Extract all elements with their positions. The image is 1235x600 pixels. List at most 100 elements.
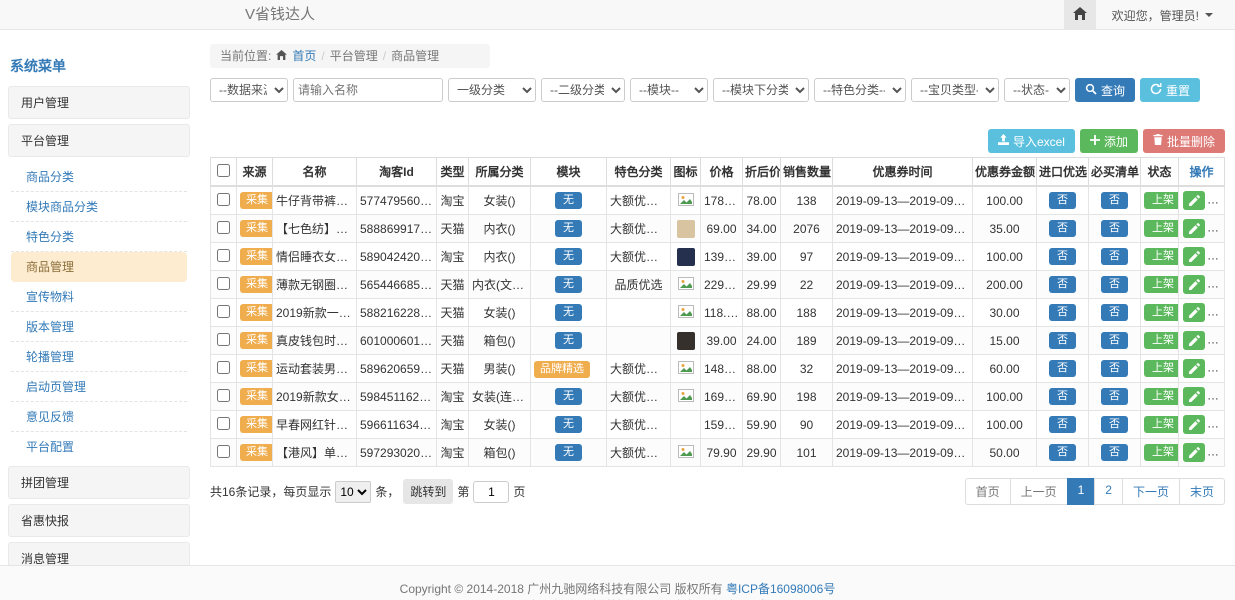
import-select-toggle[interactable]: 否 bbox=[1049, 444, 1076, 461]
edit-button[interactable] bbox=[1183, 275, 1205, 294]
sidebar-item-商品管理[interactable]: 商品管理 bbox=[11, 252, 187, 282]
status-badge[interactable]: 上架 bbox=[1144, 360, 1179, 377]
row-checkbox[interactable] bbox=[217, 389, 230, 402]
edit-button[interactable] bbox=[1183, 387, 1205, 406]
edit-button[interactable] bbox=[1183, 191, 1205, 210]
filter-select-模块下分类[interactable]: --模块下分类-- bbox=[713, 78, 809, 102]
module-none-badge[interactable]: 无 bbox=[555, 332, 582, 349]
module-none-badge[interactable]: 无 bbox=[555, 248, 582, 265]
module-none-badge[interactable]: 无 bbox=[555, 388, 582, 405]
sidebar-item-启动页管理[interactable]: 启动页管理 bbox=[11, 372, 187, 402]
edit-button[interactable] bbox=[1183, 443, 1205, 462]
sidebar-item-意见反馈[interactable]: 意见反馈 bbox=[11, 402, 187, 432]
row-checkbox[interactable] bbox=[217, 249, 230, 262]
row-checkbox[interactable] bbox=[217, 361, 230, 374]
must-buy-toggle[interactable]: 否 bbox=[1101, 220, 1128, 237]
import-select-toggle[interactable]: 否 bbox=[1049, 332, 1076, 349]
sidebar-group-platform[interactable]: 平台管理 bbox=[8, 124, 190, 157]
reset-button[interactable]: 重置 bbox=[1140, 78, 1200, 102]
module-none-badge[interactable]: 无 bbox=[555, 276, 582, 293]
module-none-badge[interactable]: 无 bbox=[555, 444, 582, 461]
sidebar-item-宣传物料[interactable]: 宣传物料 bbox=[11, 282, 187, 312]
row-checkbox[interactable] bbox=[217, 193, 230, 206]
filter-select-数据来源[interactable]: --数据来源-- bbox=[210, 78, 288, 102]
edit-button[interactable] bbox=[1183, 331, 1205, 350]
edit-button[interactable] bbox=[1183, 415, 1205, 434]
import-select-toggle[interactable]: 否 bbox=[1049, 360, 1076, 377]
status-badge[interactable]: 上架 bbox=[1144, 276, 1179, 293]
import-select-toggle[interactable]: 否 bbox=[1049, 416, 1076, 433]
sidebar-group-拼团管理[interactable]: 拼团管理 bbox=[8, 466, 190, 499]
import-select-toggle[interactable]: 否 bbox=[1049, 248, 1076, 265]
breadcrumb-item-platform[interactable]: 平台管理 bbox=[330, 44, 378, 68]
status-badge[interactable]: 上架 bbox=[1144, 304, 1179, 321]
page-1[interactable]: 1 bbox=[1067, 478, 1096, 505]
row-checkbox[interactable] bbox=[217, 305, 230, 318]
import-excel-button[interactable]: 导入excel bbox=[988, 129, 1075, 153]
page-末页[interactable]: 末页 bbox=[1179, 478, 1225, 505]
sidebar-item-模块商品分类[interactable]: 模块商品分类 bbox=[11, 192, 187, 222]
sidebar-item-平台配置[interactable]: 平台配置 bbox=[11, 432, 187, 461]
row-checkbox[interactable] bbox=[217, 277, 230, 290]
page-上一页[interactable]: 上一页 bbox=[1010, 478, 1068, 505]
filter-select-二级分类[interactable]: --二级分类-- bbox=[541, 78, 625, 102]
jump-page-input[interactable] bbox=[473, 481, 509, 503]
batch-delete-button[interactable]: 批量删除 bbox=[1143, 129, 1225, 153]
select-all-checkbox[interactable] bbox=[217, 164, 230, 177]
must-buy-toggle[interactable]: 否 bbox=[1101, 192, 1128, 209]
must-buy-toggle[interactable]: 否 bbox=[1101, 444, 1128, 461]
filter-select-一级分类[interactable]: 一级分类 bbox=[448, 78, 536, 102]
sidebar-group-省惠快报[interactable]: 省惠快报 bbox=[8, 504, 190, 537]
status-badge[interactable]: 上架 bbox=[1144, 416, 1179, 433]
status-badge[interactable]: 上架 bbox=[1144, 444, 1179, 461]
import-select-toggle[interactable]: 否 bbox=[1049, 192, 1076, 209]
home-button[interactable] bbox=[1064, 0, 1096, 30]
page-2[interactable]: 2 bbox=[1094, 478, 1123, 505]
query-button[interactable]: 查询 bbox=[1075, 78, 1135, 102]
must-buy-toggle[interactable]: 否 bbox=[1101, 360, 1128, 377]
must-buy-toggle[interactable]: 否 bbox=[1101, 276, 1128, 293]
row-checkbox[interactable] bbox=[217, 333, 230, 346]
search-name-input[interactable] bbox=[293, 78, 443, 102]
row-checkbox[interactable] bbox=[217, 221, 230, 234]
must-buy-toggle[interactable]: 否 bbox=[1101, 388, 1128, 405]
add-button[interactable]: 添加 bbox=[1080, 129, 1138, 153]
sidebar-item-特色分类[interactable]: 特色分类 bbox=[11, 222, 187, 252]
user-menu[interactable]: 欢迎您，管理员! bbox=[1096, 7, 1235, 24]
status-badge[interactable]: 上架 bbox=[1144, 388, 1179, 405]
page-首页[interactable]: 首页 bbox=[965, 478, 1011, 505]
page-下一页[interactable]: 下一页 bbox=[1122, 478, 1180, 505]
filter-select-模块[interactable]: --模块-- bbox=[630, 78, 708, 102]
module-none-badge[interactable]: 无 bbox=[555, 304, 582, 321]
breadcrumb-home-link[interactable]: 首页 bbox=[292, 44, 316, 68]
import-select-toggle[interactable]: 否 bbox=[1049, 276, 1076, 293]
status-badge[interactable]: 上架 bbox=[1144, 248, 1179, 265]
must-buy-toggle[interactable]: 否 bbox=[1101, 304, 1128, 321]
module-none-badge[interactable]: 无 bbox=[555, 192, 582, 209]
jump-button[interactable]: 跳转到 bbox=[403, 479, 453, 504]
status-badge[interactable]: 上架 bbox=[1144, 332, 1179, 349]
sidebar-group-users[interactable]: 用户管理 bbox=[8, 86, 190, 119]
edit-button[interactable] bbox=[1183, 247, 1205, 266]
sidebar-item-版本管理[interactable]: 版本管理 bbox=[11, 312, 187, 342]
filter-select-特色分类[interactable]: --特色分类-- bbox=[814, 78, 906, 102]
must-buy-toggle[interactable]: 否 bbox=[1101, 248, 1128, 265]
import-select-toggle[interactable]: 否 bbox=[1049, 388, 1076, 405]
import-select-toggle[interactable]: 否 bbox=[1049, 220, 1076, 237]
import-select-toggle[interactable]: 否 bbox=[1049, 304, 1076, 321]
per-page-select[interactable]: 10 bbox=[335, 481, 371, 503]
edit-button[interactable] bbox=[1183, 359, 1205, 378]
row-checkbox[interactable] bbox=[217, 417, 230, 430]
must-buy-toggle[interactable]: 否 bbox=[1101, 416, 1128, 433]
module-none-badge[interactable]: 无 bbox=[555, 220, 582, 237]
row-checkbox[interactable] bbox=[217, 445, 230, 458]
filter-select-宝贝类型[interactable]: --宝贝类型-- bbox=[911, 78, 999, 102]
filter-select-状态[interactable]: --状态-- bbox=[1004, 78, 1070, 102]
status-badge[interactable]: 上架 bbox=[1144, 192, 1179, 209]
sidebar-item-商品分类[interactable]: 商品分类 bbox=[11, 162, 187, 192]
icp-link[interactable]: 粤ICP备16098006号 bbox=[726, 582, 835, 596]
sidebar-item-轮播管理[interactable]: 轮播管理 bbox=[11, 342, 187, 372]
must-buy-toggle[interactable]: 否 bbox=[1101, 332, 1128, 349]
edit-button[interactable] bbox=[1183, 303, 1205, 322]
module-none-badge[interactable]: 无 bbox=[555, 416, 582, 433]
